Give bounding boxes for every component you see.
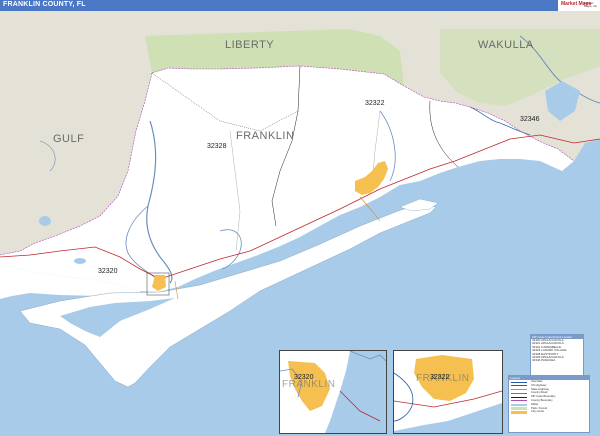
legend-swatch [511, 389, 527, 391]
zip-label-32320: 32320 [98, 268, 118, 275]
zip-index-row: 32346 PANACEA [532, 358, 556, 363]
lake-small [74, 258, 86, 264]
legend-swatch [511, 385, 527, 387]
zip-label-32322: 32322 [365, 100, 385, 107]
legend-row: City Limits [509, 409, 589, 414]
inset-apalachicola[interactable]: FRANKLIN 32320 [279, 350, 387, 434]
county-label-liberty: LIBERTY [225, 39, 274, 51]
legend-swatch [511, 411, 527, 414]
legend-swatch [511, 392, 527, 394]
county-label-wakulla: WAKULLA [478, 39, 534, 51]
logo-subtext: Market Maps, Inc. [584, 1, 598, 8]
inset1-zip-label: 32320 [294, 374, 314, 381]
zip-label-32328: 32328 [207, 143, 227, 150]
map-frame: FRANKLIN COUNTY, FL 2024 ZIP Code Busine… [0, 0, 600, 436]
inset-carrabelle-map: FRANKLIN 32322 [394, 351, 502, 433]
county-label-gulf: GULF [53, 133, 84, 145]
inset2-zip-label: 32322 [430, 374, 450, 381]
publisher-logo: Market Maps Market Maps, Inc. [558, 0, 600, 11]
lake-wimico [39, 216, 51, 226]
zip-code-index: ZIP Code Index/Quick Locator 32320 APALA… [530, 334, 584, 376]
inset-apalachicola-map: FRANKLIN 32320 [280, 351, 386, 433]
zip-label-32346: 32346 [520, 116, 540, 123]
legend-swatch [511, 381, 527, 383]
county-label-franklin: FRANKLIN [236, 130, 294, 142]
legend-swatch [511, 396, 527, 398]
legend-swatch [511, 400, 527, 402]
map-legend: Legend Interstate US Highway State Highw… [508, 375, 590, 433]
inset-carrabelle[interactable]: FRANKLIN 32322 [393, 350, 503, 434]
legend-label: City Limits [531, 409, 544, 414]
map-title: FRANKLIN COUNTY, FL [3, 1, 86, 8]
